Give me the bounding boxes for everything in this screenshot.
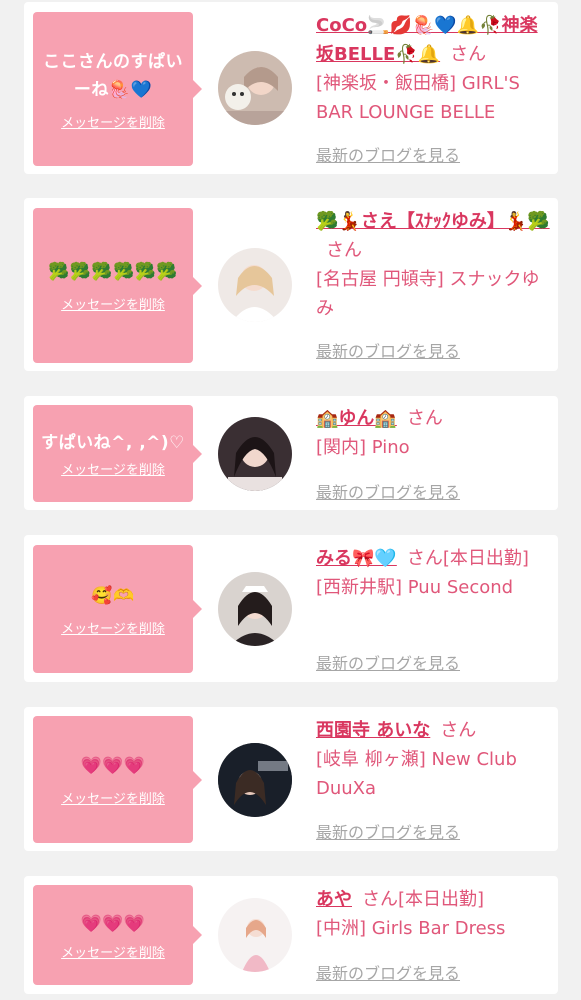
girl-name-link[interactable]: 🥦💃さえ【ｽﾅｯｸゆみ】💃🥦 bbox=[316, 211, 550, 232]
message-card: 💗💗💗 メッセージを削除 西園寺 あいな さん [岐阜 柳ヶ瀬] New Club… bbox=[24, 707, 558, 851]
avatar[interactable] bbox=[218, 51, 292, 125]
honorific: さん bbox=[362, 889, 398, 910]
shop-name: [西新井駅] Puu Second bbox=[316, 577, 514, 598]
message-bubble: 🥰🫶 メッセージを削除 bbox=[33, 545, 202, 673]
shop-name: [名古屋 円頓寺] スナックゆみ bbox=[316, 269, 540, 319]
honorific: さん bbox=[450, 44, 487, 65]
message-bubble: ここさんのすぱいーね🪼💙 メッセージを削除 bbox=[33, 12, 202, 166]
latest-blog-link[interactable]: 最新のブログを見る bbox=[316, 819, 460, 843]
girl-info: みる🎀🩵 さん[本日出勤] [西新井駅] Puu Second bbox=[316, 544, 552, 602]
message-bubble: 💗💗💗 メッセージを削除 bbox=[33, 885, 202, 985]
girl-name-link[interactable]: 🏫ゆん🏫 bbox=[316, 408, 397, 429]
avatar[interactable] bbox=[218, 417, 292, 491]
girl-info: 西園寺 あいな さん [岐阜 柳ヶ瀬] New Club DuuXa bbox=[316, 716, 552, 803]
shop-name: [岐阜 柳ヶ瀬] New Club DuuXa bbox=[316, 749, 517, 799]
message-card: 🥰🫶 メッセージを削除 みる🎀🩵 さん[本日出勤] [西新井駅] Puu Seco… bbox=[24, 535, 558, 682]
avatar[interactable] bbox=[218, 898, 292, 972]
latest-blog-link[interactable]: 最新のブログを見る bbox=[316, 479, 460, 503]
girl-info: 🏫ゆん🏫 さん [関内] Pino bbox=[316, 404, 552, 462]
message-bubble: すぱいね^, ,^)♡ メッセージを削除 bbox=[33, 405, 202, 502]
girl-info: あや さん[本日出勤] [中洲] Girls Bar Dress bbox=[316, 885, 552, 943]
honorific: さん bbox=[326, 240, 362, 261]
shop-name: [中洲] Girls Bar Dress bbox=[316, 918, 506, 939]
message-text: 💗💗💗 bbox=[80, 756, 146, 776]
latest-blog-link[interactable]: 最新のブログを見る bbox=[316, 142, 460, 166]
girl-name-link[interactable]: みる🎀🩵 bbox=[316, 548, 397, 569]
delete-message-link[interactable]: メッセージを削除 bbox=[61, 618, 165, 637]
avatar[interactable] bbox=[218, 743, 292, 817]
message-text: 💗💗💗 bbox=[80, 913, 146, 934]
delete-message-link[interactable]: メッセージを削除 bbox=[61, 942, 165, 961]
message-text: ここさんのすぱいーね🪼💙 bbox=[43, 51, 183, 100]
girl-info: CoCo🚬💋🪼💙🔔🥀神楽坂BELLE🥀🔔 さん [神楽坂・飯田橋] GIRL'S … bbox=[316, 11, 552, 127]
message-bubble: 💗💗💗 メッセージを削除 bbox=[33, 716, 202, 843]
girl-info: 🥦💃さえ【ｽﾅｯｸゆみ】💃🥦 さん [名古屋 円頓寺] スナックゆみ bbox=[316, 207, 552, 323]
message-card: 🥦🥦🥦🥦🥦🥦 メッセージを削除 🥦💃さえ【ｽﾅｯｸゆみ】💃🥦 さん [名古屋 円頓… bbox=[24, 198, 558, 371]
message-text: 🥦🥦🥦🥦🥦🥦 bbox=[47, 262, 178, 282]
message-card: すぱいね^, ,^)♡ メッセージを削除 🏫ゆん🏫 さん [関内] Pino 最新… bbox=[24, 396, 558, 510]
message-text: すぱいね^, ,^)♡ bbox=[41, 433, 185, 453]
honorific: さん bbox=[406, 548, 443, 569]
delete-message-link[interactable]: メッセージを削除 bbox=[61, 788, 165, 807]
status-badge: [本日出勤] bbox=[398, 889, 485, 910]
delete-message-link[interactable]: メッセージを削除 bbox=[61, 459, 165, 478]
status-badge: [本日出勤] bbox=[442, 548, 529, 569]
girl-name-link[interactable]: あや bbox=[316, 889, 352, 910]
message-card: ここさんのすぱいーね🪼💙 メッセージを削除 CoCo🚬💋🪼💙🔔🥀神楽坂BELLE… bbox=[24, 2, 558, 174]
latest-blog-link[interactable]: 最新のブログを見る bbox=[316, 338, 460, 362]
girl-name-link[interactable]: CoCo🚬💋🪼💙🔔🥀神楽坂BELLE🥀🔔 bbox=[316, 15, 538, 65]
latest-blog-link[interactable]: 最新のブログを見る bbox=[316, 650, 460, 674]
girl-name-link[interactable]: 西園寺 あいな bbox=[316, 720, 430, 741]
message-text: 🥰🫶 bbox=[91, 585, 135, 606]
message-card: 💗💗💗 メッセージを削除 あや さん[本日出勤] [中洲] Girls Bar D… bbox=[24, 876, 558, 994]
latest-blog-link[interactable]: 最新のブログを見る bbox=[316, 960, 460, 984]
shop-name: [関内] Pino bbox=[316, 437, 410, 458]
honorific: さん bbox=[406, 408, 443, 429]
shop-name: [神楽坂・飯田橋] GIRL'S BAR LOUNGE BELLE bbox=[316, 73, 520, 123]
avatar[interactable] bbox=[218, 248, 292, 322]
message-bubble: 🥦🥦🥦🥦🥦🥦 メッセージを削除 bbox=[33, 208, 202, 363]
honorific: さん bbox=[440, 720, 477, 741]
delete-message-link[interactable]: メッセージを削除 bbox=[61, 112, 165, 131]
avatar[interactable] bbox=[218, 572, 292, 646]
delete-message-link[interactable]: メッセージを削除 bbox=[61, 294, 165, 313]
